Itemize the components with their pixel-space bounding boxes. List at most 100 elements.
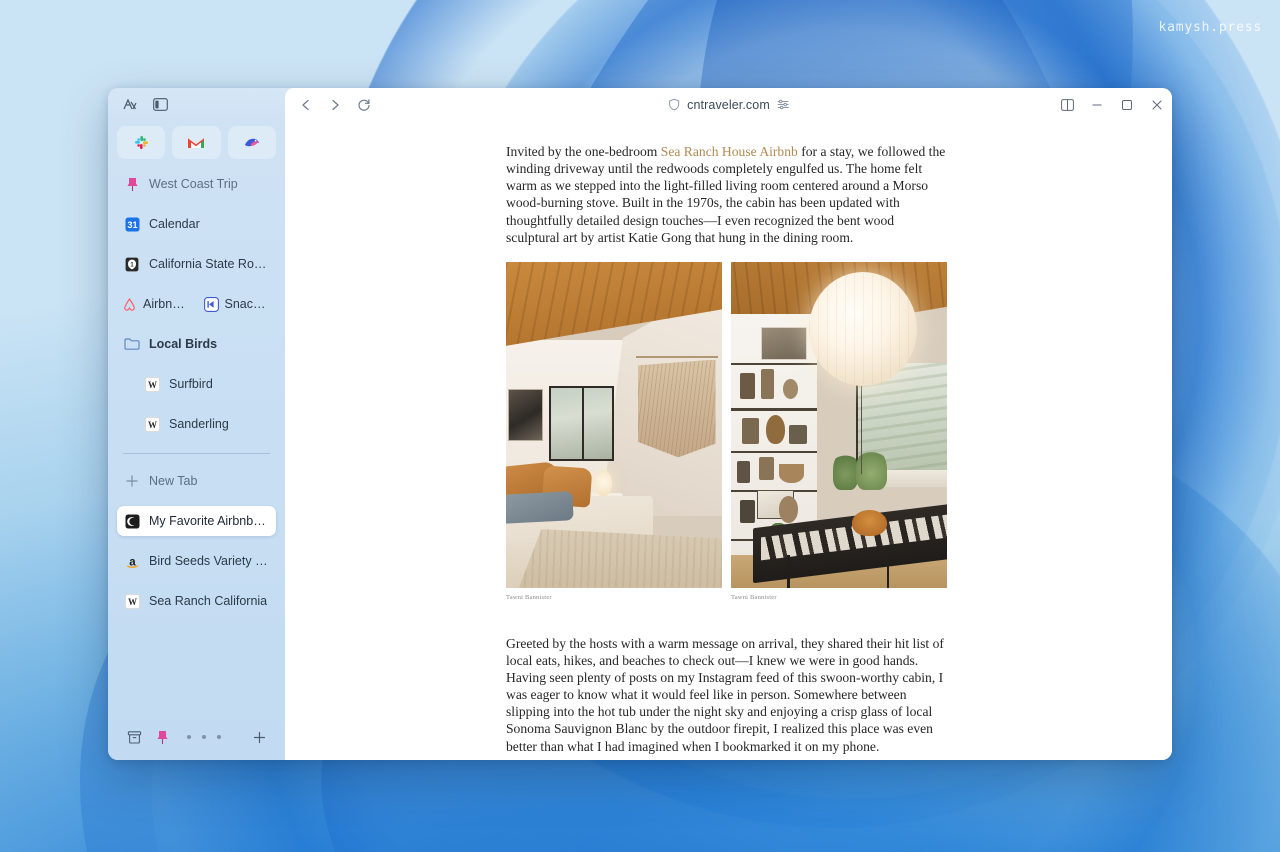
amazon-icon: a [124,553,140,569]
folder-icon [124,336,140,352]
url-text: cntraveler.com [687,97,770,112]
new-tab-button[interactable]: New Tab [117,466,276,496]
dining-shelf-vase [765,414,785,445]
sidebar-footer [117,720,276,760]
reload-icon[interactable] [350,93,377,117]
wikipedia-icon: W [144,416,160,432]
space-dot [187,735,191,739]
dining-shelf-object [759,457,775,481]
bedroom-lamp [594,470,612,497]
dining-photo-art [731,261,947,588]
sidebar-tab-label: My Favorite Airbnb in S... [149,514,269,528]
dining-shelf-object [739,372,755,399]
space-indicator-dots[interactable] [177,735,231,739]
maximize-icon[interactable] [1112,88,1142,121]
new-tab-label: New Tab [149,474,198,488]
sidebar-item-label: Sanderling [169,417,229,431]
bird-app-icon[interactable] [227,126,276,159]
sidebar-item-label: Calendar [149,217,200,231]
window-body: West Coast Trip 31 Calendar 1 California… [108,121,1172,760]
bedroom-rug [518,529,722,588]
bedroom-wall-art [508,388,543,442]
split-view-icon[interactable] [1052,88,1082,121]
svg-text:W: W [128,597,137,607]
sidebar-tab-sea-ranch-california[interactable]: W Sea Ranch California [117,586,276,616]
figure-bedroom: Tawni Bannister [506,261,722,601]
bedroom-macrame-hanging [637,359,716,458]
forward-arrow-icon[interactable] [321,93,348,117]
gmail-app-icon[interactable] [172,126,221,159]
dining-table-leg [787,555,790,588]
dining-framed-art [761,326,807,360]
sidebar-tab-my-favorite-airbnb[interactable]: My Favorite Airbnb in S... [117,506,276,536]
archive-icon[interactable] [121,724,147,750]
wikipedia-icon: W [124,593,140,609]
plus-icon [124,473,140,489]
paragraph-1-before: Invited by the one-bedroom [506,144,661,159]
sidebar-item-california-state-route-1[interactable]: 1 California State Route 1 [117,249,276,279]
sidebar-item-label: Surfbird [169,377,213,391]
snacks-icon [203,296,219,312]
sidebar-item-airbnb[interactable]: Airbnb I... [117,289,195,319]
arc-logo-icon[interactable] [117,93,143,117]
pin-icon[interactable] [149,724,175,750]
bedroom-photo [506,261,722,588]
sidebar-divider [123,453,270,454]
bedroom-window [549,385,614,461]
sidebar-item-west-coast-trip[interactable]: West Coast Trip [117,169,276,199]
sidebar-nav-list: West Coast Trip 31 Calendar 1 California… [117,169,276,626]
page-settings-icon[interactable] [777,98,790,111]
article: Invited by the one-bedroom Sea Ranch Hou… [285,121,1172,760]
sidebar-split-tabs: Airbnb I... Snacks... [117,289,276,319]
svg-text:W: W [148,380,157,390]
svg-text:31: 31 [127,220,137,230]
sidebar-item-label: Snacks... [224,297,272,311]
dining-table-leg [886,555,890,588]
sidebar-tab-bird-seeds[interactable]: a Bird Seeds Variety Pack [117,546,276,576]
sidebar-item-calendar[interactable]: 31 Calendar [117,209,276,239]
airbnb-icon [122,297,137,312]
minimize-icon[interactable] [1082,88,1112,121]
sidebar-item-label: Airbnb I... [143,297,190,311]
dining-shelf-object [782,379,798,399]
route-shield-icon: 1 [124,256,140,272]
dining-shelf-object [739,499,755,523]
dining-shelf [731,362,818,366]
photo-credit: Tawni Bannister [506,593,552,601]
pinned-apps-row [117,121,276,169]
sea-ranch-airbnb-link[interactable]: Sea Ranch House Airbnb [661,144,798,159]
dining-shelf-object [737,460,751,484]
paragraph-1-after: for a stay, we followed the winding driv… [506,144,946,245]
window-controls [1052,88,1172,121]
bedroom-macrame-rod [635,356,718,359]
dining-shelf [731,408,818,411]
shield-icon [667,98,680,111]
bedroom-photo-art [506,261,722,588]
sidebar-item-sanderling[interactable]: W Sanderling [117,409,276,439]
address-bar[interactable]: cntraveler.com [667,98,790,112]
svg-text:W: W [148,420,157,430]
dining-fruit-bowl [851,509,887,536]
space-dot [217,735,221,739]
photo-credit: Tawni Bannister [731,593,777,601]
back-arrow-icon[interactable] [292,93,319,117]
sidebar-item-snacks[interactable]: Snacks... [199,289,277,319]
sidebar-folder-label: Local Birds [149,337,218,351]
dining-paper-lantern [808,271,917,386]
sidebar-toggle-icon[interactable] [147,93,173,117]
sidebar-tab-label: Bird Seeds Variety Pack [149,554,269,568]
sidebar-folder-local-birds[interactable]: Local Birds [117,329,276,359]
calendar-icon: 31 [124,216,140,232]
dining-shelf-object [789,424,807,445]
wikipedia-icon: W [144,376,160,392]
sidebar-item-surfbird[interactable]: W Surfbird [117,369,276,399]
toolbar-left-group [108,88,285,121]
navigation-buttons [292,93,377,117]
sidebar: West Coast Trip 31 Calendar 1 California… [108,121,285,760]
slack-app-icon[interactable] [117,126,166,159]
watermark: kamysh.press [1158,20,1262,35]
dining-shelf-object [778,496,798,523]
dining-shelf [731,450,818,454]
plus-icon[interactable] [246,724,272,750]
close-icon[interactable] [1142,88,1172,121]
